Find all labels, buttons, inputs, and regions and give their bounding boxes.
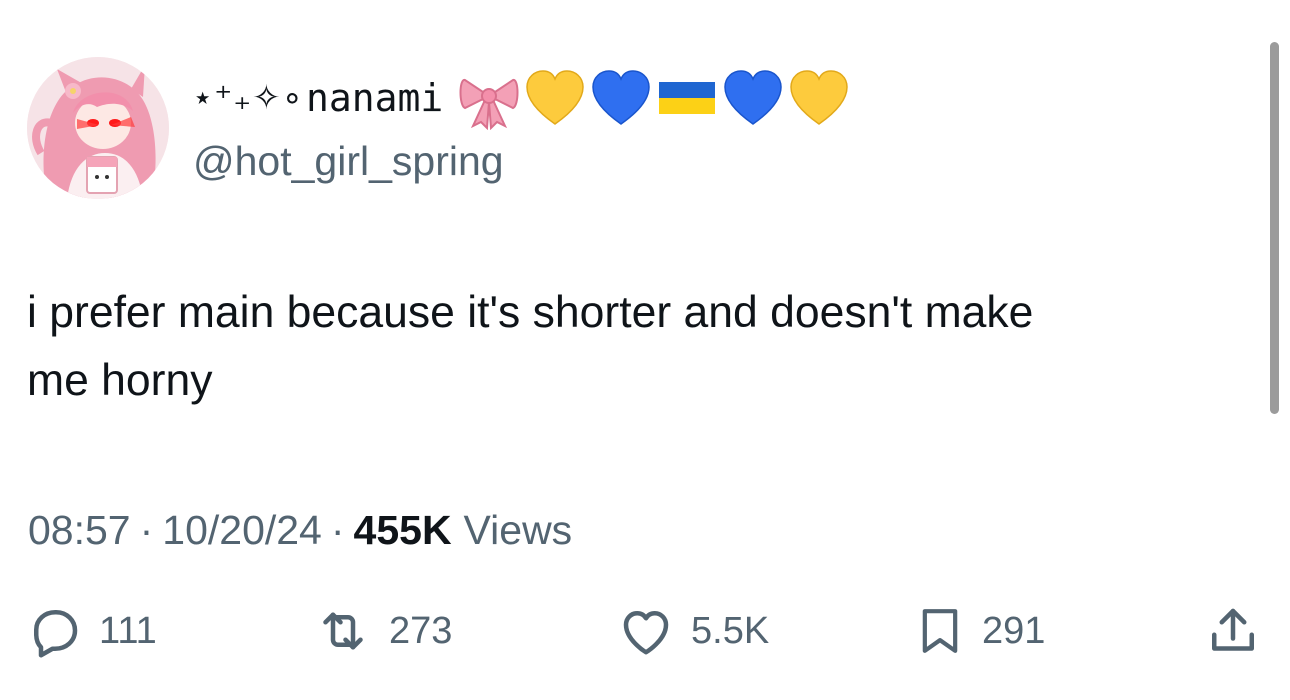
reply-button[interactable]: 111 [25, 596, 157, 666]
bookmark-button[interactable]: 291 [912, 596, 1045, 666]
ribbon-emoji [457, 66, 521, 130]
views-label: Views [463, 506, 573, 553]
meta-separator: · [330, 506, 345, 553]
avatar[interactable] [27, 57, 169, 199]
reply-count: 111 [99, 609, 157, 652]
share-icon [1203, 601, 1263, 661]
share-button[interactable] [1203, 596, 1263, 666]
bookmark-count: 291 [982, 609, 1046, 652]
scrollbar[interactable] [1270, 42, 1279, 414]
tweet-date[interactable]: 10/20/24 [162, 507, 322, 554]
ukraine-flag-emoji [655, 66, 719, 130]
display-name[interactable]: nanami [306, 76, 443, 120]
tweet-meta: 08:57 · 10/20/24 · 455K Views [28, 502, 572, 558]
blue-heart-emoji [589, 66, 653, 130]
heart-icon [615, 601, 677, 661]
meta-separator: · [139, 506, 154, 553]
like-count: 5.5K [691, 609, 770, 652]
yellow-heart-emoji [523, 66, 587, 130]
user-handle[interactable]: @hot_girl_spring [193, 138, 504, 185]
blue-heart-emoji [721, 66, 785, 130]
name-emoji-list [457, 66, 853, 130]
like-button[interactable]: 5.5K [615, 596, 769, 666]
retweet-count: 273 [389, 609, 453, 652]
tweet-text: i prefer main because it's shorter and d… [27, 288, 1034, 405]
reply-icon [25, 601, 85, 661]
views-count[interactable]: 455K [354, 507, 452, 554]
display-name-decoration: ⋆⁺₊✧∘ [192, 78, 304, 118]
tweet-time[interactable]: 08:57 [28, 507, 131, 554]
yellow-heart-emoji [787, 66, 851, 130]
display-name-row[interactable]: ⋆⁺₊✧∘ nanami [192, 66, 853, 130]
retweet-icon [311, 601, 375, 661]
retweet-button[interactable]: 273 [311, 596, 452, 666]
bookmark-icon [912, 599, 968, 663]
